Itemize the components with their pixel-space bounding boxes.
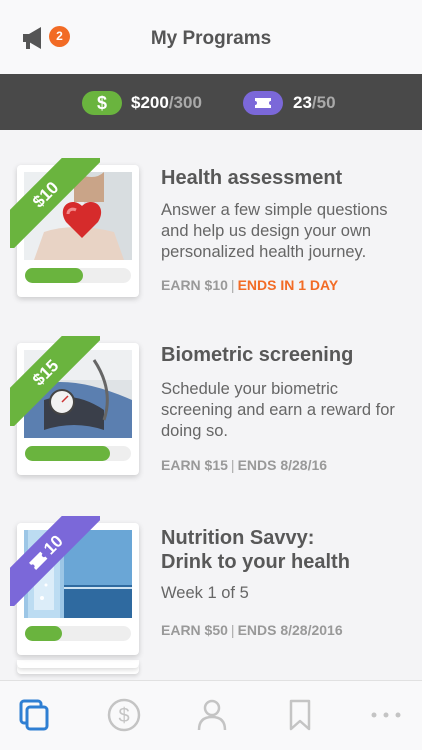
deadline: ENDS 8/28/2016 xyxy=(237,622,343,638)
balance-bar xyxy=(0,74,422,130)
tab-bar: $ xyxy=(0,680,422,750)
separator: | xyxy=(230,277,235,293)
program-title-line1: Nutrition Savvy: xyxy=(161,527,315,549)
earn-amount: EARN $50 xyxy=(161,622,228,638)
progress-bar xyxy=(25,626,131,641)
reward-badge: $15 xyxy=(10,336,100,426)
progress-fill xyxy=(25,268,84,283)
reward-ribbon: $15 xyxy=(10,336,100,426)
progress-fill xyxy=(25,626,63,641)
profile-icon[interactable] xyxy=(194,697,230,733)
program-description: Week 1 of 5 xyxy=(161,584,249,602)
svg-text:$: $ xyxy=(118,705,129,727)
reward-ribbon: $10 xyxy=(10,158,100,248)
deadline: ENDS 8/28/16 xyxy=(237,457,328,473)
deadline: ENDS IN 1 DAY xyxy=(237,277,339,293)
page-title: My Programs xyxy=(150,28,272,49)
rewards-icon[interactable]: $ xyxy=(106,697,142,733)
earn-amount: EARN $15 xyxy=(161,457,228,473)
stacked-card-edge xyxy=(17,660,139,668)
earn-amount: EARN $10 xyxy=(161,277,228,293)
reward-badge: 10 xyxy=(10,516,100,606)
bookmark-icon[interactable] xyxy=(282,697,318,733)
program-meta: EARN $50 | ENDS 8/28/2016 xyxy=(161,622,343,638)
reward-badge: $10 xyxy=(10,158,100,248)
progress-bar xyxy=(25,268,131,283)
program-meta: EARN $15 | ENDS 8/28/16 xyxy=(161,457,327,473)
reward-ribbon: 10 xyxy=(10,516,100,606)
program-title[interactable]: Biometric screening xyxy=(161,343,353,367)
program-title[interactable]: Health assessment xyxy=(161,166,342,190)
ticket-icon xyxy=(28,551,48,571)
dollar-icon: $ xyxy=(82,91,122,115)
program-meta: EARN $10 | ENDS IN 1 DAY xyxy=(161,277,338,293)
progress-bar xyxy=(25,446,131,461)
program-description: Schedule your biometric screening and ea… xyxy=(161,380,395,440)
separator: | xyxy=(230,457,235,473)
ticket-icon xyxy=(243,91,283,115)
more-icon[interactable] xyxy=(368,697,404,733)
header: 2 My Programs xyxy=(0,0,422,74)
ticket-max: /50 xyxy=(311,93,336,112)
ticket-balance: 23/50 xyxy=(293,93,336,113)
dollar-amount: $200 xyxy=(131,93,169,112)
program-title-line2: Drink to your health xyxy=(161,551,350,573)
dollar-balance: $200/300 xyxy=(131,93,202,113)
dollar-max: /300 xyxy=(168,93,202,112)
progress-fill xyxy=(25,446,110,461)
program-title[interactable]: Nutrition Savvy: Drink to your health xyxy=(161,526,350,574)
separator: | xyxy=(230,622,235,638)
programs-icon[interactable] xyxy=(17,697,53,733)
program-description: Answer a few simple questions and help u… xyxy=(161,201,388,261)
ticket-amount: 23 xyxy=(293,93,312,112)
